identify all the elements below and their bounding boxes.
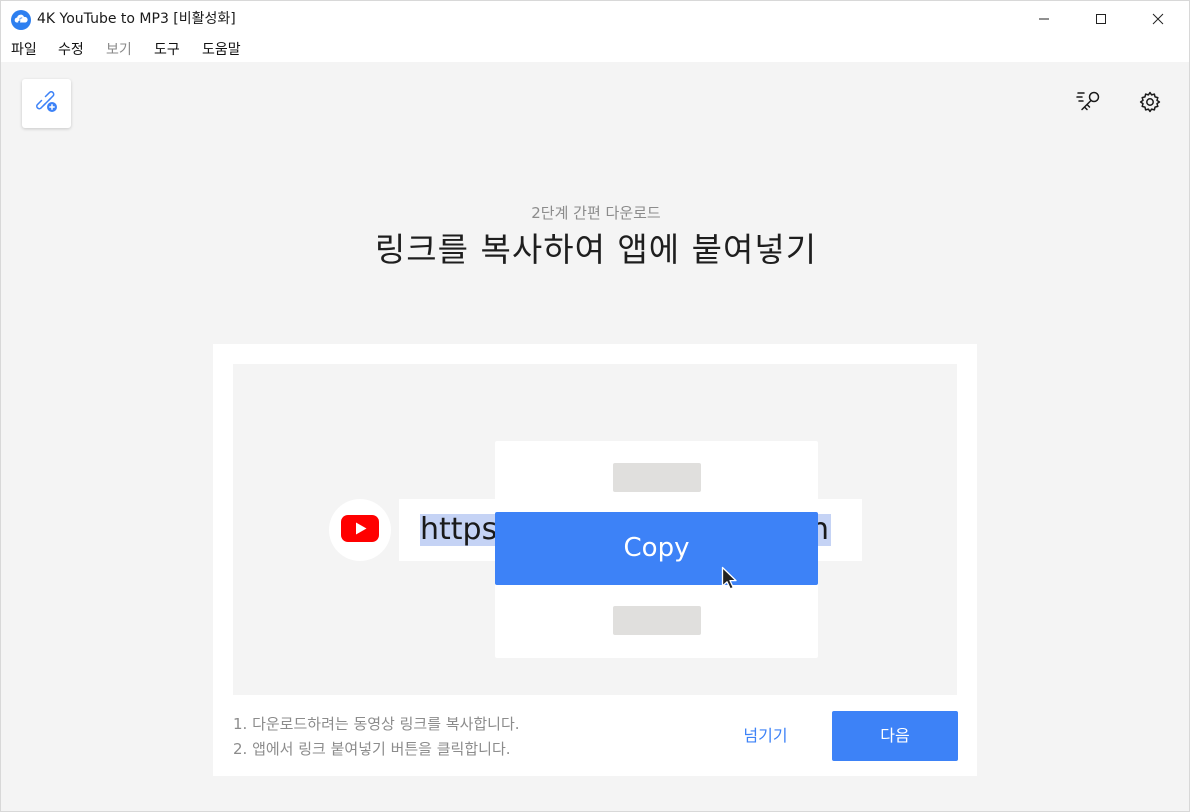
context-menu-illustration: Copy xyxy=(495,441,818,658)
close-icon xyxy=(1152,10,1164,29)
menu-bar: 파일 수정 보기 도구 도움말 xyxy=(1,38,1189,62)
youtube-badge xyxy=(329,499,391,561)
menu-view[interactable]: 보기 xyxy=(106,41,132,59)
copy-menu-item: Copy xyxy=(495,512,818,590)
settings-button[interactable] xyxy=(1135,89,1165,119)
skip-button[interactable]: 넘기기 xyxy=(723,724,808,748)
instruction-step-1: 1. 다운로드하려는 동영상 링크를 복사합니다. xyxy=(233,715,520,733)
paste-link-button[interactable] xyxy=(22,79,71,128)
maximize-button[interactable] xyxy=(1078,1,1124,38)
menu-placeholder-top xyxy=(613,463,701,492)
window-title: 4K YouTube to MP3 [비활성화] xyxy=(37,11,236,27)
onboarding-title: 링크를 복사하여 앱에 붙여넣기 xyxy=(374,230,818,269)
smart-mode-button[interactable] xyxy=(1074,89,1104,119)
cloud-music-icon xyxy=(11,10,31,30)
gear-icon xyxy=(1138,90,1162,118)
title-bar[interactable]: 4K YouTube to MP3 [비활성화] xyxy=(1,1,1189,38)
onboarding-subtitle: 2단계 간편 다운로드 xyxy=(531,204,661,222)
maximize-icon xyxy=(1095,10,1107,29)
next-button[interactable]: 다음 xyxy=(832,711,958,761)
key-sparkle-icon xyxy=(1075,88,1103,120)
copy-label: Copy xyxy=(623,533,690,563)
link-add-icon xyxy=(35,90,58,117)
menu-edit[interactable]: 수정 xyxy=(58,41,84,59)
url-text-selected: https xyxy=(420,512,500,547)
youtube-icon xyxy=(341,514,379,546)
menu-help[interactable]: 도움말 xyxy=(202,41,241,59)
menu-placeholder-bottom xyxy=(613,606,701,635)
mouse-cursor-icon xyxy=(721,548,741,590)
instructions: 1. 다운로드하려는 동영상 링크를 복사합니다. 2. 앱에서 링크 붙여넣기… xyxy=(233,712,653,762)
app-window: 4K YouTube to MP3 [비활성화] 파일 수정 보기 도구 도움말 xyxy=(0,0,1190,812)
menu-tools[interactable]: 도구 xyxy=(154,41,180,59)
minimize-button[interactable] xyxy=(1021,1,1067,38)
copy-link-illustration: https n Copy xyxy=(233,364,957,695)
menu-file[interactable]: 파일 xyxy=(11,41,37,59)
onboarding-card: https n Copy 1. 다운로드하려는 동영상 링크를 복사합니다. 2 xyxy=(213,344,977,776)
minimize-icon xyxy=(1038,10,1050,29)
instruction-step-2: 2. 앱에서 링크 붙여넣기 버튼을 클릭합니다. xyxy=(233,740,511,758)
close-button[interactable] xyxy=(1135,1,1181,38)
